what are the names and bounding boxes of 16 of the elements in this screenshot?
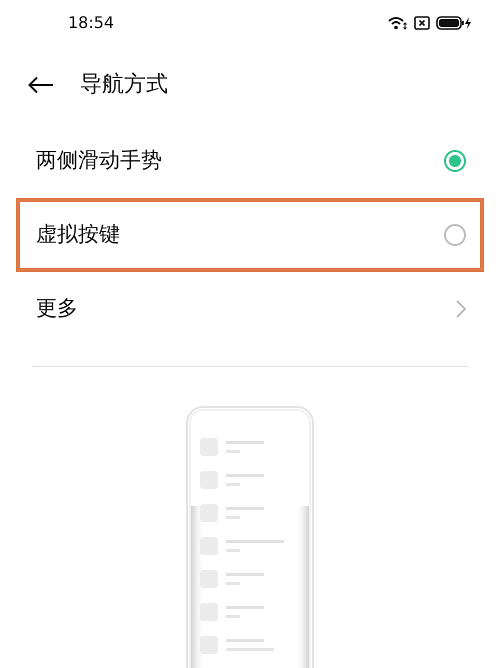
status-time: 18:54 <box>68 12 114 34</box>
radio-option[interactable]: 虚拟按键 <box>16 198 484 272</box>
back-button[interactable] <box>28 76 54 94</box>
option-label: 两侧滑动手势 <box>36 147 162 174</box>
radio-option[interactable]: 两侧滑动手势 <box>16 124 484 198</box>
radio-button[interactable] <box>444 150 466 172</box>
no-sim-icon <box>414 16 430 30</box>
option-label: 更多 <box>36 295 78 322</box>
radio-button[interactable] <box>444 224 466 246</box>
back-arrow-icon <box>28 76 54 94</box>
battery-charging-icon <box>436 16 472 30</box>
more-option[interactable]: 更多 <box>16 272 484 346</box>
page-title: 导航方式 <box>80 71 168 100</box>
chevron-right-icon <box>456 300 466 318</box>
wifi-icon <box>388 16 408 30</box>
option-label: 虚拟按键 <box>36 221 120 248</box>
